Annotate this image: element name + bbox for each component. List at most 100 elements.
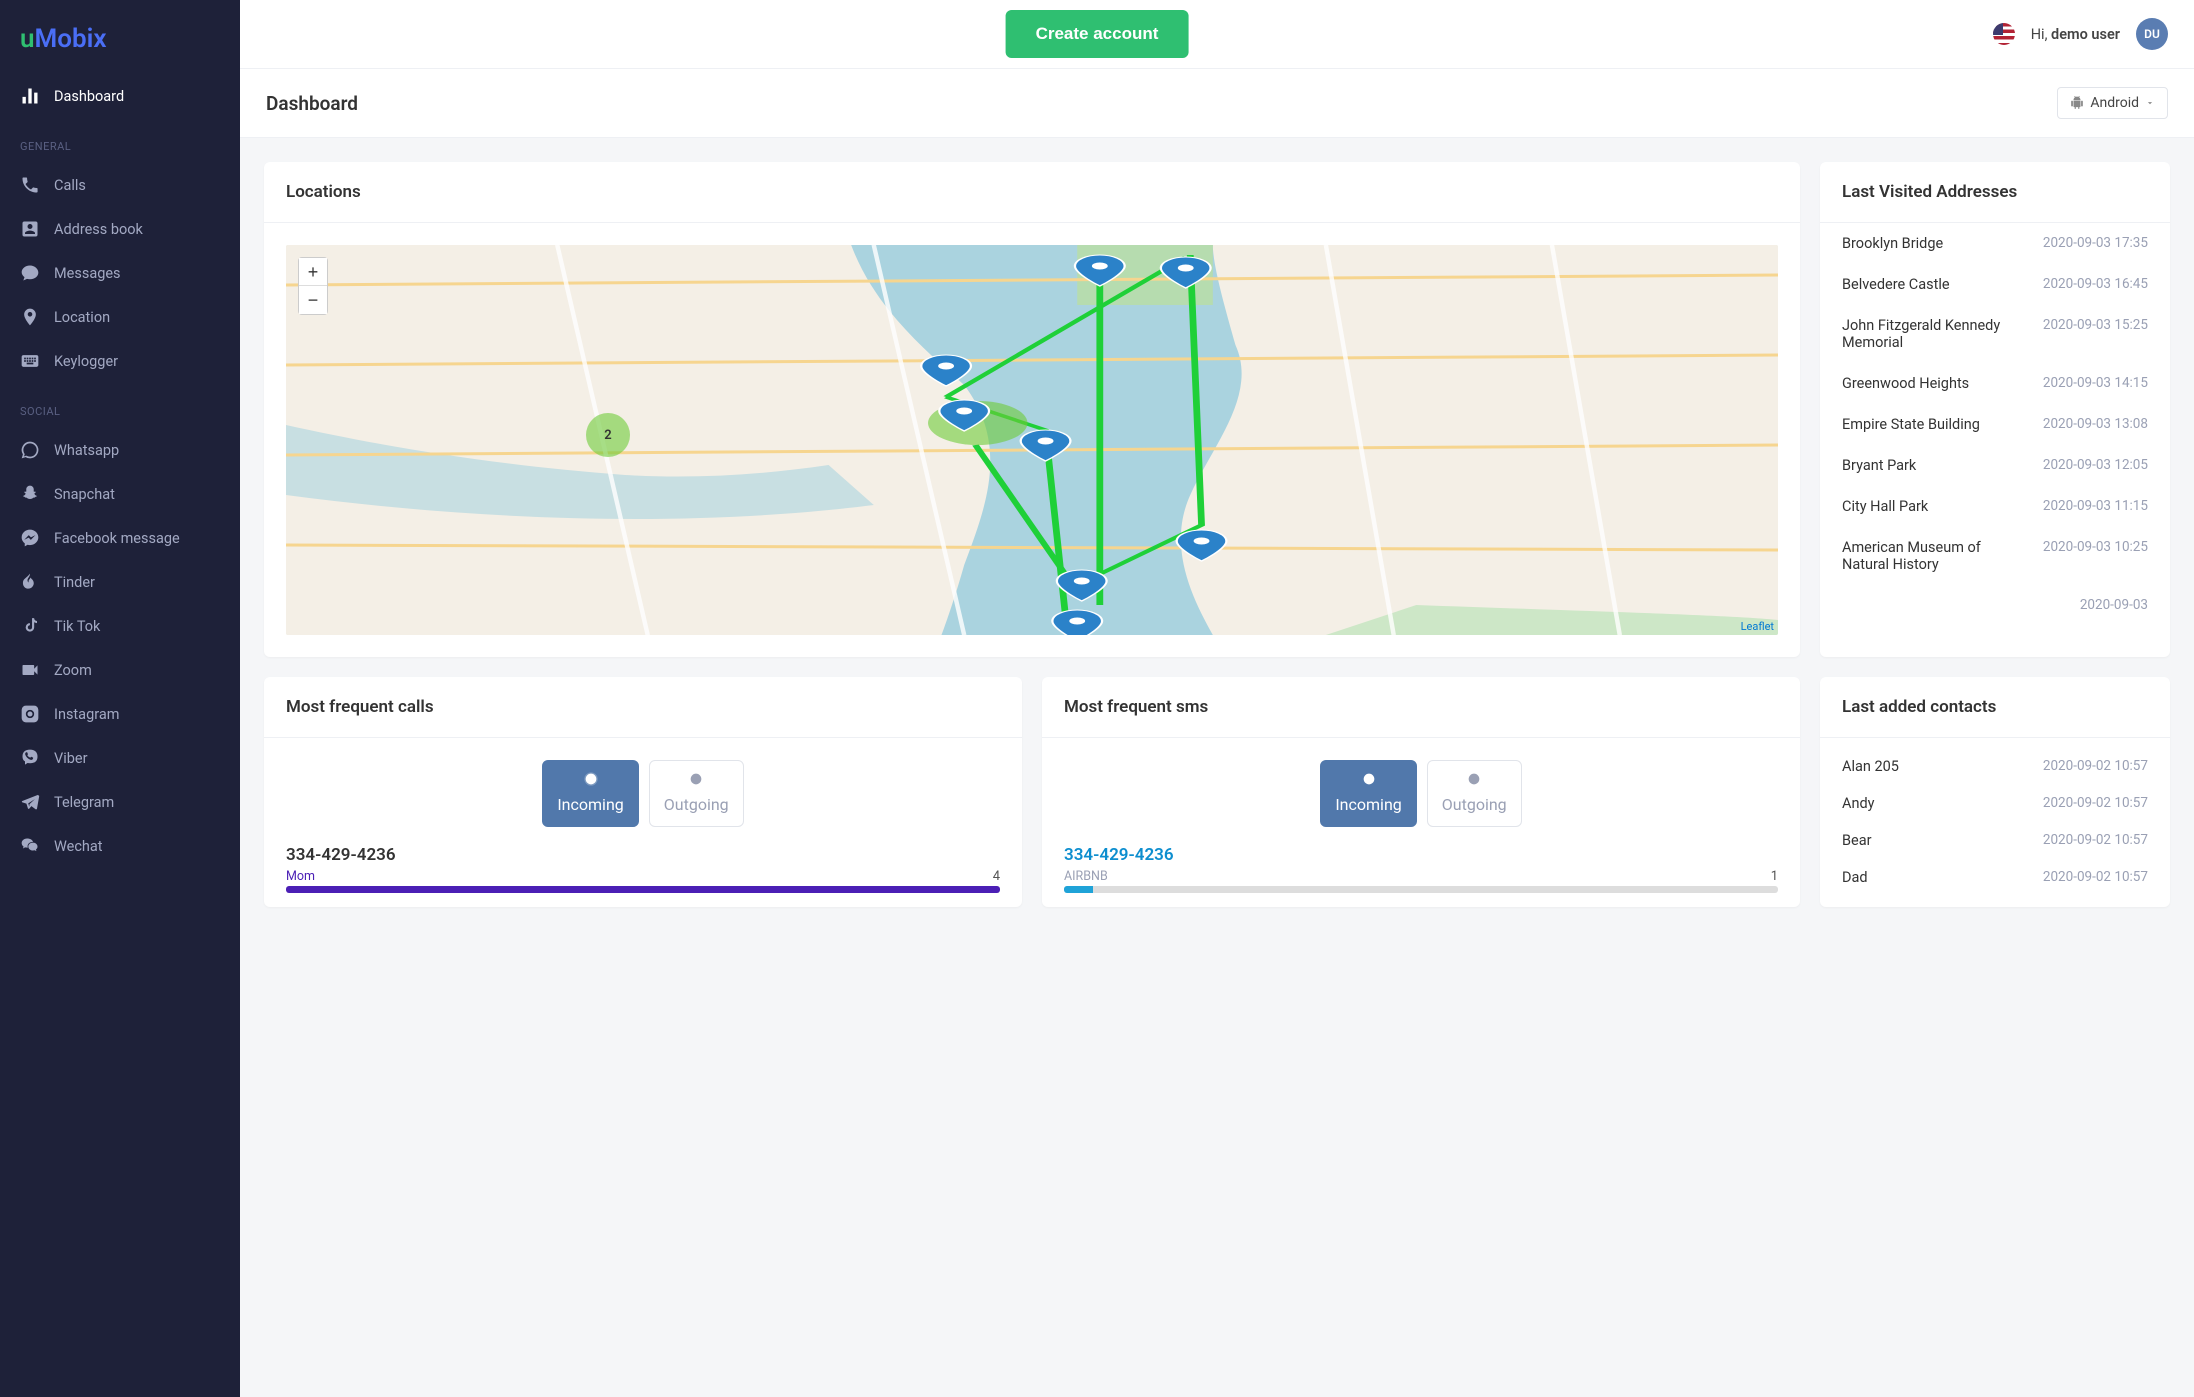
- sidebar-item-label: Zoom: [54, 662, 92, 679]
- sidebar-item-whatsapp[interactable]: Whatsapp: [0, 428, 240, 472]
- sidebar-item-calls[interactable]: Calls: [0, 163, 240, 207]
- whatsapp-icon: [20, 440, 40, 460]
- sidebar-item-label: Keylogger: [54, 353, 118, 370]
- contact-name: Alan 205: [1842, 758, 1899, 775]
- address-row[interactable]: Greenwood Heights2020-09-03 14:15: [1820, 363, 2170, 404]
- address-time: 2020-09-03 10:25: [2043, 539, 2148, 573]
- address-time: 2020-09-03: [2080, 597, 2148, 613]
- arrow-down-circle-icon: [1335, 771, 1401, 791]
- sidebar-item-label: Dashboard: [54, 88, 124, 105]
- sidebar-item-label: Instagram: [54, 706, 119, 723]
- freq-count: 1: [1771, 869, 1778, 884]
- logo-suffix: Mobix: [35, 24, 107, 54]
- tab-sms-incoming[interactable]: Incoming: [1320, 760, 1416, 827]
- freq-item: 334-429-4236 Mom 4: [264, 845, 1022, 907]
- page-title: Dashboard: [266, 92, 358, 115]
- sidebar-item-label: Wechat: [54, 838, 103, 855]
- sidebar-item-viber[interactable]: Viber: [0, 736, 240, 780]
- contact-row[interactable]: Bear2020-09-02 10:57: [1820, 822, 2170, 859]
- sidebar-item-label: Location: [54, 309, 110, 326]
- phone-icon: [20, 175, 40, 195]
- card-title-locations: Locations: [264, 162, 1800, 223]
- sidebar-item-dashboard[interactable]: Dashboard: [0, 74, 240, 118]
- sidebar-item-label: Telegram: [54, 794, 114, 811]
- address-name: Bryant Park: [1842, 457, 2027, 474]
- subheader: Dashboard Android: [240, 68, 2194, 138]
- address-name: John Fitzgerald Kennedy Memorial: [1842, 317, 2027, 351]
- viber-icon: [20, 748, 40, 768]
- address-name: Brooklyn Bridge: [1842, 235, 2027, 252]
- freq-label: Mom: [286, 869, 315, 884]
- map-cluster[interactable]: 2: [586, 413, 630, 457]
- addresses-card: Last Visited Addresses Brooklyn Bridge20…: [1820, 162, 2170, 657]
- sidebar-item-tik-tok[interactable]: Tik Tok: [0, 604, 240, 648]
- contact-name: Dad: [1842, 869, 1868, 886]
- tab-sms-outgoing[interactable]: Outgoing: [1427, 760, 1522, 827]
- address-row[interactable]: 2020-09-03: [1820, 585, 2170, 625]
- freq-count: 4: [993, 869, 1000, 884]
- avatar[interactable]: DU: [2136, 18, 2168, 50]
- flag-icon[interactable]: [1993, 23, 2015, 45]
- address-row[interactable]: Brooklyn Bridge2020-09-03 17:35: [1820, 223, 2170, 264]
- card-title-addresses: Last Visited Addresses: [1820, 162, 2170, 223]
- map[interactable]: 2 + − Hoboken Jersey City New York Brook…: [286, 245, 1778, 635]
- address-row[interactable]: John Fitzgerald Kennedy Memorial2020-09-…: [1820, 305, 2170, 363]
- sidebar-item-keylogger[interactable]: Keylogger: [0, 339, 240, 383]
- address-time: 2020-09-03 13:08: [2043, 416, 2148, 433]
- contact-name: Bear: [1842, 832, 1872, 849]
- address-row[interactable]: American Museum of Natural History2020-0…: [1820, 527, 2170, 585]
- freq-number: 334-429-4236: [286, 845, 1000, 865]
- sidebar-item-address-book[interactable]: Address book: [0, 207, 240, 251]
- section-label-social: SOCIAL: [0, 383, 240, 428]
- sidebar-item-location[interactable]: Location: [0, 295, 240, 339]
- sidebar-item-label: Messages: [54, 265, 121, 282]
- sidebar-item-telegram[interactable]: Telegram: [0, 780, 240, 824]
- card-title-freq-calls: Most frequent calls: [264, 677, 1022, 738]
- address-row[interactable]: Bryant Park 2020-09-03 12:05: [1820, 445, 2170, 486]
- freq-number[interactable]: 334-429-4236: [1064, 845, 1778, 865]
- contact-name: Andy: [1842, 795, 1875, 812]
- address-row[interactable]: Belvedere Castle2020-09-03 16:45: [1820, 264, 2170, 305]
- contacts-card: Last added contacts Alan 2052020-09-02 1…: [1820, 677, 2170, 907]
- sidebar-item-wechat[interactable]: Wechat: [0, 824, 240, 868]
- contact-time: 2020-09-02 10:57: [2043, 795, 2148, 812]
- sidebar-item-label: Viber: [54, 750, 88, 767]
- chevron-down-icon: [2145, 98, 2155, 108]
- create-account-button[interactable]: Create account: [1006, 10, 1189, 58]
- video-icon: [20, 660, 40, 680]
- sidebar-item-snapchat[interactable]: Snapchat: [0, 472, 240, 516]
- zoom-in-button[interactable]: +: [299, 258, 327, 286]
- tab-calls-outgoing[interactable]: Outgoing: [649, 760, 744, 827]
- contact-row[interactable]: Alan 2052020-09-02 10:57: [1820, 748, 2170, 785]
- greeting: Hi, demo user: [2031, 26, 2120, 43]
- contact-row[interactable]: Dad 2020-09-02 10:57: [1820, 859, 2170, 896]
- address-row[interactable]: Empire State Building2020-09-03 13:08: [1820, 404, 2170, 445]
- sidebar-item-instagram[interactable]: Instagram: [0, 692, 240, 736]
- snapchat-icon: [20, 484, 40, 504]
- sidebar-item-facebook-message[interactable]: Facebook message: [0, 516, 240, 560]
- pin-icon: [20, 307, 40, 327]
- address-time: 2020-09-03 12:05: [2043, 457, 2148, 474]
- tab-calls-incoming[interactable]: Incoming: [542, 760, 638, 827]
- card-title-freq-sms: Most frequent sms: [1042, 677, 1800, 738]
- freq-bar: [1064, 886, 1778, 893]
- contact-time: 2020-09-02 10:57: [2043, 869, 2148, 886]
- sidebar-item-tinder[interactable]: Tinder: [0, 560, 240, 604]
- instagram-icon: [20, 704, 40, 724]
- address-name: Belvedere Castle: [1842, 276, 2027, 293]
- tinder-icon: [20, 572, 40, 592]
- addresses-list[interactable]: Brooklyn Bridge2020-09-03 17:35Belvedere…: [1820, 223, 2170, 635]
- zoom-out-button[interactable]: −: [299, 286, 327, 314]
- address-row[interactable]: City Hall Park2020-09-03 11:15: [1820, 486, 2170, 527]
- contact-row[interactable]: Andy 2020-09-02 10:57: [1820, 785, 2170, 822]
- contact-icon: [20, 219, 40, 239]
- sidebar-item-zoom[interactable]: Zoom: [0, 648, 240, 692]
- map-marker[interactable]: [1052, 610, 1102, 635]
- sidebar-item-label: Calls: [54, 177, 86, 194]
- address-time: 2020-09-03 14:15: [2043, 375, 2148, 392]
- tiktok-icon: [20, 616, 40, 636]
- leaflet-attribution[interactable]: Leaflet: [1741, 620, 1774, 633]
- sidebar-item-messages[interactable]: Messages: [0, 251, 240, 295]
- android-icon: [2070, 96, 2084, 110]
- os-dropdown[interactable]: Android: [2057, 87, 2168, 119]
